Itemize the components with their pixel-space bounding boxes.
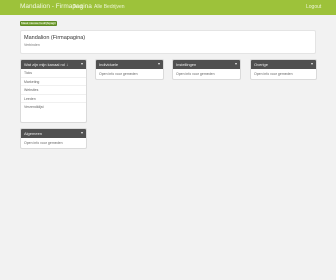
company-hero-card: Mandalion (Firmapagina) Verbinden bbox=[20, 30, 316, 54]
caret-down-icon[interactable]: ▾ bbox=[235, 61, 237, 66]
panel-text: Open info voor gemeden bbox=[254, 72, 293, 76]
panel-text: Open info voor gemeden bbox=[176, 72, 215, 76]
caret-down-icon[interactable]: ▾ bbox=[311, 61, 313, 66]
panel-title: Individuele bbox=[99, 62, 119, 67]
panel-title: Algemeen bbox=[24, 131, 43, 136]
nav-item-all-companies[interactable]: Alle Bedrijven bbox=[94, 4, 125, 10]
sidebar-item-ticks[interactable]: Ticks bbox=[21, 69, 86, 78]
panel-title: Wat zijn mijn kanaal rol ↓ bbox=[24, 62, 69, 67]
panel-title: Overige bbox=[254, 62, 269, 67]
settings-panel: Instellingen ▾ Open info voor gemeden bbox=[172, 59, 241, 80]
caret-down-icon[interactable]: ▾ bbox=[158, 61, 160, 66]
panel-text: Open info voor gemeden bbox=[24, 141, 63, 145]
individual-panel: Individuele ▾ Open info voor gemeden bbox=[95, 59, 164, 80]
company-title: Mandalion (Firmapagina) bbox=[24, 35, 86, 41]
logout-link[interactable]: Logout bbox=[306, 4, 321, 10]
panel-header[interactable]: Instellingen ▾ bbox=[173, 60, 240, 69]
panel-header[interactable]: Individuele ▾ bbox=[96, 60, 163, 69]
other-panel: Overige ▾ Open info voor gemeden bbox=[250, 59, 317, 80]
top-navbar: Mandalion - Firmapagina Test Alle Bedrij… bbox=[0, 0, 336, 15]
panel-title: Instellingen bbox=[176, 62, 197, 67]
sidebar-item-websites[interactable]: Websites bbox=[21, 86, 86, 95]
general-panel: Algemeen ▾ Open info voor gemeden bbox=[20, 128, 87, 149]
caret-down-icon[interactable]: ▾ bbox=[81, 130, 83, 135]
sidebar-panel: Wat zijn mijn kanaal rol ↓ ▾ Ticks Marke… bbox=[20, 59, 87, 123]
sidebar-item-leeden[interactable]: Leeden bbox=[21, 95, 86, 103]
panel-header[interactable]: Overige ▾ bbox=[251, 60, 316, 69]
panel-header[interactable]: Algemeen ▾ bbox=[21, 129, 86, 138]
create-page-button[interactable]: Maak nieuwe bedrijfspagina aan bbox=[20, 21, 57, 26]
caret-down-icon[interactable]: ▾ bbox=[81, 61, 83, 66]
panel-header[interactable]: Wat zijn mijn kanaal rol ↓ ▾ bbox=[21, 60, 86, 69]
company-subtitle[interactable]: Verbinden bbox=[24, 43, 40, 47]
sidebar-item-verzendlijst[interactable]: Verzendklijst bbox=[21, 103, 86, 112]
sidebar-item-marketing[interactable]: Marketing bbox=[21, 78, 86, 86]
nav-item-test[interactable]: Test bbox=[73, 4, 82, 10]
panel-text: Open info voor gemeden bbox=[99, 72, 138, 76]
